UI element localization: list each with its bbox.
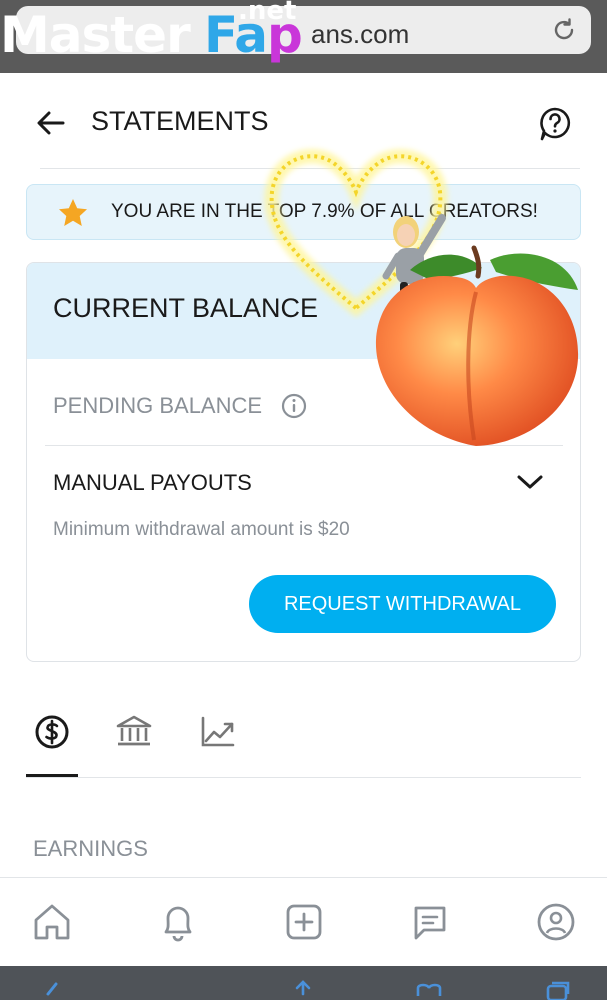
chart-line-icon[interactable]	[191, 706, 243, 758]
info-icon[interactable]	[281, 393, 307, 419]
manual-payouts-label[interactable]: MANUAL PAYOUTS	[53, 470, 252, 496]
arrow-left-icon[interactable]	[36, 108, 66, 138]
browser-bottom-bar	[0, 966, 607, 1000]
message-icon[interactable]	[408, 900, 452, 944]
share-icon[interactable]	[288, 980, 318, 1000]
watermark-logo: Master Fap .net	[0, 0, 303, 76]
reload-icon[interactable]	[551, 17, 577, 43]
tabs-icon[interactable]	[542, 980, 572, 1000]
minimum-withdrawal-text: Minimum withdrawal amount is $20	[53, 519, 350, 540]
earnings-section-label: EARNINGS	[33, 836, 148, 861]
url-text: ans.com	[311, 19, 410, 49]
star-icon	[59, 199, 87, 226]
dollar-circle-icon[interactable]	[26, 706, 78, 758]
pending-balance-label: PENDING BALANCE	[53, 393, 263, 418]
browser-top-bar: ans.com Master Fap .net	[0, 0, 607, 73]
profile-icon[interactable]	[534, 900, 578, 944]
watermark-net-text: .net	[238, 0, 297, 26]
request-withdrawal-button[interactable]: REQUEST WITHDRAWAL	[249, 575, 556, 633]
chevron-down-icon[interactable]	[515, 469, 545, 495]
help-circle-icon[interactable]	[538, 106, 572, 142]
bookmarks-icon[interactable]	[414, 980, 444, 1000]
bottom-nav	[0, 878, 607, 966]
browser-back-icon[interactable]	[38, 980, 68, 1000]
plus-square-icon[interactable]	[282, 900, 326, 944]
bank-icon[interactable]	[108, 706, 160, 758]
watermark-main-text: Master	[0, 6, 191, 64]
peach-sticker	[375, 245, 579, 446]
bell-icon[interactable]	[156, 900, 200, 944]
page-title: STATEMENTS	[91, 106, 269, 136]
tab-divider	[26, 777, 581, 778]
statement-tabs	[26, 706, 581, 778]
home-icon[interactable]	[30, 900, 74, 944]
